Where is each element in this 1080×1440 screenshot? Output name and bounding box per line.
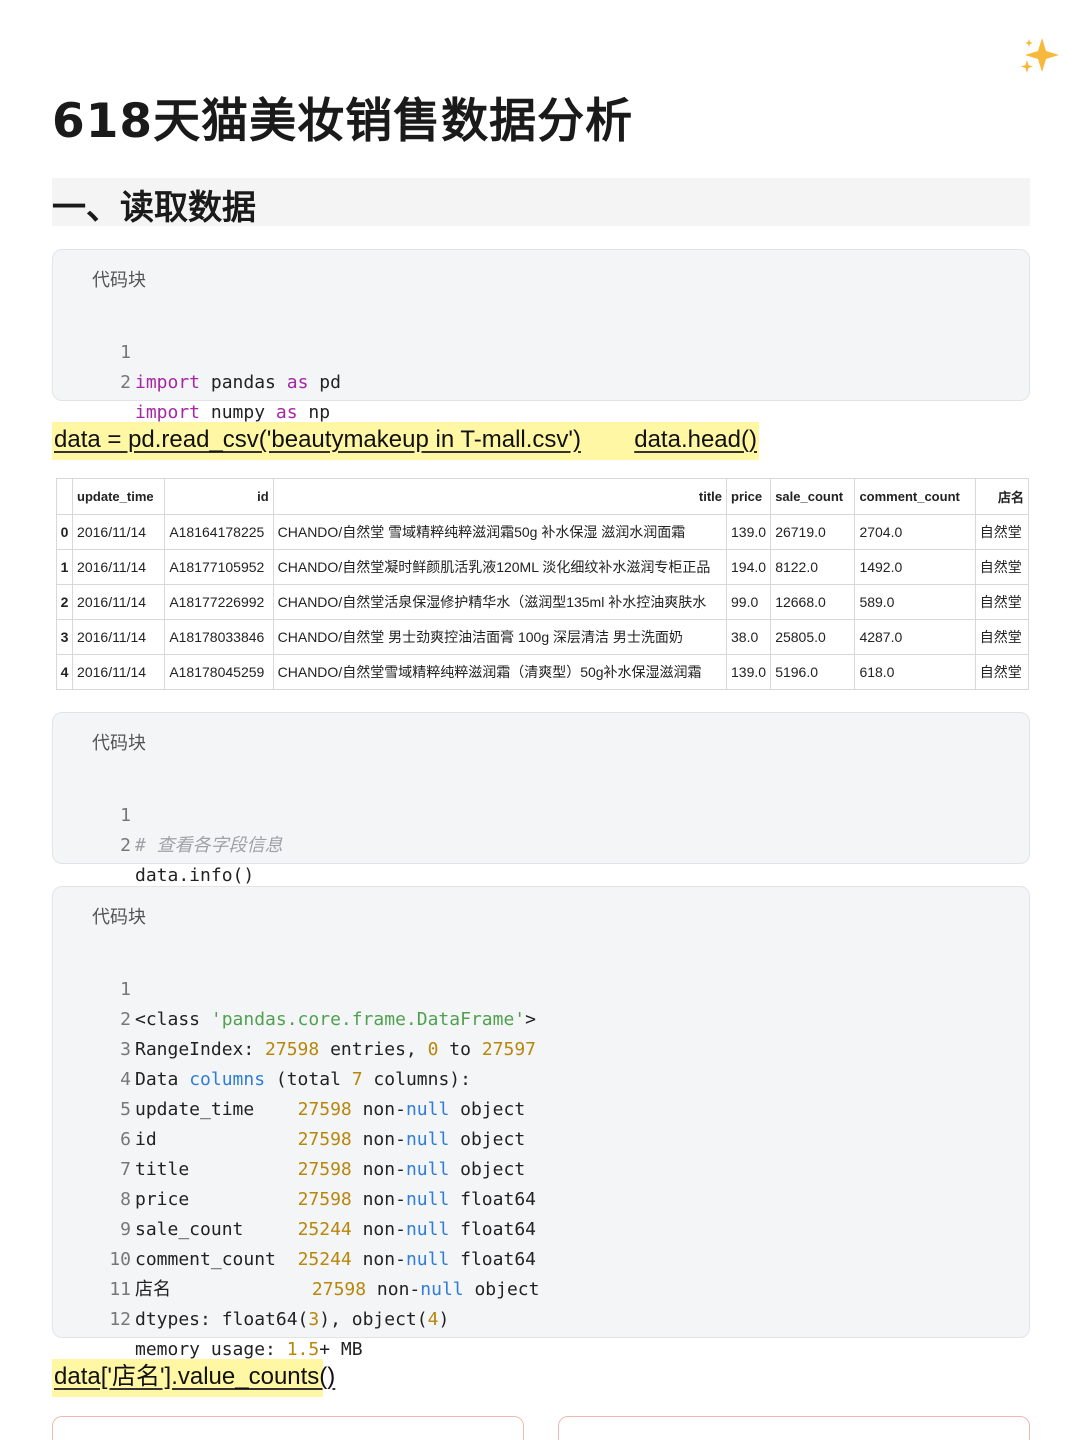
code-block-label: 代码块 bbox=[92, 270, 146, 291]
code-line: 4 update_time 27598 non-null object bbox=[53, 1035, 1029, 1120]
row-index: 1 bbox=[55, 549, 74, 585]
code-line: 2 data.info() bbox=[53, 801, 1029, 886]
row-index: 4 bbox=[55, 654, 74, 690]
column-header-update-time: update_time bbox=[72, 478, 166, 515]
dataframe-head-table: update_time id title price sale_count co… bbox=[55, 478, 1030, 690]
cell-title: CHANDO/自然堂雪域精粹纯粹滋润霜（清爽型）50g补水保湿滋润霜 bbox=[272, 654, 728, 690]
code-line: 1 # 查看各字段信息 bbox=[53, 771, 1029, 856]
code-block-label: 代码块 bbox=[92, 733, 146, 754]
cell-price: 139.0 bbox=[726, 514, 772, 550]
column-header-id: id bbox=[164, 478, 274, 515]
code-line: 3 Data columns (total 7 columns): bbox=[53, 1005, 1029, 1090]
index-header bbox=[55, 478, 74, 515]
code-line: 11 dtypes: float64(3), object(4) bbox=[53, 1245, 1029, 1330]
cell-store: 自然堂 bbox=[974, 549, 1030, 585]
table-row: 1 2016/11/14 A18177105952 CHANDO/自然堂凝时鲜颜… bbox=[55, 549, 1030, 585]
cell-title: CHANDO/自然堂 男士劲爽控油洁面膏 100g 深层清洁 男士洗面奶 bbox=[272, 619, 728, 655]
section-heading-text: 一、读取数据 bbox=[52, 188, 256, 228]
line-number: 2 bbox=[120, 372, 131, 393]
code-lines: 1 # 查看各字段信息 2 data.info() bbox=[53, 771, 1029, 886]
row-index: 3 bbox=[55, 619, 74, 655]
table-row: 4 2016/11/14 A18178045259 CHANDO/自然堂雪域精粹… bbox=[55, 654, 1030, 690]
result-card-right bbox=[558, 1416, 1030, 1440]
code-block-label: 代码块 bbox=[92, 907, 146, 928]
line-number: 12 bbox=[109, 1309, 131, 1330]
cell-sale-count: 26719.0 bbox=[770, 514, 856, 550]
cell-comment-count: 589.0 bbox=[854, 584, 976, 620]
cell-id: A18178045259 bbox=[164, 654, 274, 690]
code-line: 7 price 27598 non-null float64 bbox=[53, 1125, 1029, 1210]
head-highlight: data.head() bbox=[606, 422, 759, 460]
code-lines: 1 <class 'pandas.core.frame.DataFrame'> … bbox=[53, 945, 1029, 1360]
code-line: 5 id 27598 non-null object bbox=[53, 1065, 1029, 1150]
read-csv-highlight: data = pd.read_csv('beautymakeup in T-ma… bbox=[52, 422, 606, 460]
cell-id: A18177226992 bbox=[164, 584, 274, 620]
cell-store: 自然堂 bbox=[974, 514, 1030, 550]
cell-title: CHANDO/自然堂凝时鲜颜肌活乳液120ML 淡化细纹补水滋润专柜正品 bbox=[272, 549, 728, 585]
table-row: 2 2016/11/14 A18177226992 CHANDO/自然堂活泉保湿… bbox=[55, 584, 1030, 620]
code-line: 1 <class 'pandas.core.frame.DataFrame'> bbox=[53, 945, 1029, 1030]
cell-store: 自然堂 bbox=[974, 619, 1030, 655]
cell-sale-count: 8122.0 bbox=[770, 549, 856, 585]
sparkle-icon bbox=[1021, 38, 1059, 73]
code-line: 12 memory usage: 1.5+ MB bbox=[53, 1275, 1029, 1360]
cell-id: A18164178225 bbox=[164, 514, 274, 550]
column-header-sale-count: sale_count bbox=[770, 478, 856, 515]
code-line: 2 RangeIndex: 27598 entries, 0 to 27597 bbox=[53, 975, 1029, 1060]
row-index: 2 bbox=[55, 584, 74, 620]
cell-comment-count: 618.0 bbox=[854, 654, 976, 690]
code-comment: # 查看各字段信息 bbox=[135, 835, 283, 856]
cell-sale-count: 12668.0 bbox=[770, 584, 856, 620]
column-header-store: 店名 bbox=[974, 478, 1030, 515]
code-block-imports: 代码块 1 import pandas as pd 2 import numpy… bbox=[52, 249, 1030, 423]
code-lines: 1 import pandas as pd 2 import numpy as … bbox=[53, 308, 1029, 423]
column-header-title: title bbox=[272, 478, 728, 515]
cell-update-time: 2016/11/14 bbox=[72, 514, 166, 550]
cell-price: 99.0 bbox=[726, 584, 772, 620]
cell-price: 194.0 bbox=[726, 549, 772, 585]
cell-sale-count: 5196.0 bbox=[770, 654, 856, 690]
column-header-price: price bbox=[726, 478, 772, 515]
cell-comment-count: 4287.0 bbox=[854, 619, 976, 655]
page-title: 618天猫美妆销售数据分析 bbox=[52, 94, 634, 149]
code-block-info-call: 代码块 1 # 查看各字段信息 2 data.info() bbox=[52, 712, 1030, 886]
cell-price: 139.0 bbox=[726, 654, 772, 690]
line-number: 2 bbox=[120, 835, 131, 856]
cell-title: CHANDO/自然堂 雪域精粹纯粹滋润霜50g 补水保湿 滋润水润面霜 bbox=[272, 514, 728, 550]
row-index: 0 bbox=[55, 514, 74, 550]
section-heading: 一、读取数据 bbox=[52, 178, 1030, 228]
code-line: 8 sale_count 25244 non-null float64 bbox=[53, 1155, 1029, 1240]
code-line: 6 title 27598 non-null object bbox=[53, 1095, 1029, 1180]
code-block-info-output: 代码块 1 <class 'pandas.core.frame.DataFram… bbox=[52, 886, 1030, 1360]
column-header-comment-count: comment_count bbox=[854, 478, 976, 515]
result-card-left bbox=[52, 1416, 524, 1440]
table-header-row: update_time id title price sale_count co… bbox=[55, 478, 1030, 515]
value-counts-highlight: data['店名'].value_counts() bbox=[52, 1359, 335, 1397]
cell-id: A18178033846 bbox=[164, 619, 274, 655]
cell-price: 38.0 bbox=[726, 619, 772, 655]
cell-sale-count: 25805.0 bbox=[770, 619, 856, 655]
code-line: 9 comment_count 25244 non-null float64 bbox=[53, 1185, 1029, 1270]
cell-update-time: 2016/11/14 bbox=[72, 619, 166, 655]
cell-comment-count: 2704.0 bbox=[854, 514, 976, 550]
table-row: 3 2016/11/14 A18178033846 CHANDO/自然堂 男士劲… bbox=[55, 619, 1030, 655]
cell-comment-count: 1492.0 bbox=[854, 549, 976, 585]
code-line: 1 import pandas as pd bbox=[53, 308, 1029, 393]
table-row: 0 2016/11/14 A18164178225 CHANDO/自然堂 雪域精… bbox=[55, 514, 1030, 550]
cell-title: CHANDO/自然堂活泉保湿修护精华水（滋润型135ml 补水控油爽肤水 bbox=[272, 584, 728, 620]
cell-update-time: 2016/11/14 bbox=[72, 654, 166, 690]
cell-id: A18177105952 bbox=[164, 549, 274, 585]
code-line: 2 import numpy as np bbox=[53, 338, 1029, 423]
cell-store: 自然堂 bbox=[974, 654, 1030, 690]
cell-update-time: 2016/11/14 bbox=[72, 584, 166, 620]
cell-update-time: 2016/11/14 bbox=[72, 549, 166, 585]
code-line: 10 店名 27598 non-null object bbox=[53, 1215, 1029, 1300]
cell-store: 自然堂 bbox=[974, 584, 1030, 620]
